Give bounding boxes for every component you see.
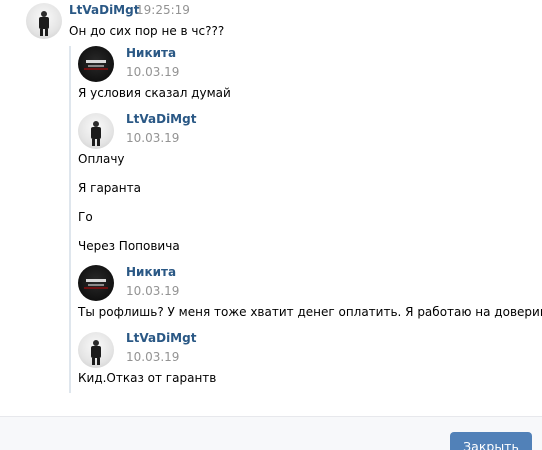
close-button[interactable]: Закрыть xyxy=(450,432,532,450)
user-avatar-icon[interactable] xyxy=(78,332,114,368)
forwarded-author-link[interactable]: Никита xyxy=(126,46,176,60)
message-history-window: LtVaDiMgt 19:25:19 Он до сих пор не в чс… xyxy=(0,0,542,450)
forwarded-text-line: Оплачу xyxy=(78,152,125,166)
user-avatar-icon[interactable] xyxy=(78,113,114,149)
forwarded-text-line: Кид.Отказ от гарантв xyxy=(78,371,217,385)
message-text: Он до сих пор не в чс??? xyxy=(69,24,225,38)
message-author-link[interactable]: LtVaDiMgt xyxy=(69,3,139,17)
forwarded-date: 10.03.19 xyxy=(126,350,180,364)
forwarded-text-line: Через Поповича xyxy=(78,239,180,253)
forwarded-author-link[interactable]: LtVaDiMgt xyxy=(126,331,196,345)
forwarded-text-line: Го xyxy=(78,210,93,224)
forwarded-date: 10.03.19 xyxy=(126,65,180,79)
forwarded-text-line: Я гаранта xyxy=(78,181,141,195)
forwarded-author-link[interactable]: Никита xyxy=(126,265,176,279)
forwarded-text-line: Ты рофлишь? У меня тоже хватит денег опл… xyxy=(78,305,542,319)
user-avatar-icon[interactable] xyxy=(78,46,114,82)
user-avatar-icon[interactable] xyxy=(78,265,114,301)
forwarded-date: 10.03.19 xyxy=(126,131,180,145)
forwarded-date: 10.03.19 xyxy=(126,284,180,298)
user-avatar-icon[interactable] xyxy=(26,3,62,39)
forwarded-messages-bar xyxy=(69,46,71,393)
forwarded-author-link[interactable]: LtVaDiMgt xyxy=(126,112,196,126)
message-timestamp: 19:25:19 xyxy=(136,3,190,17)
forwarded-text-line: Я условия сказал думай xyxy=(78,86,231,100)
